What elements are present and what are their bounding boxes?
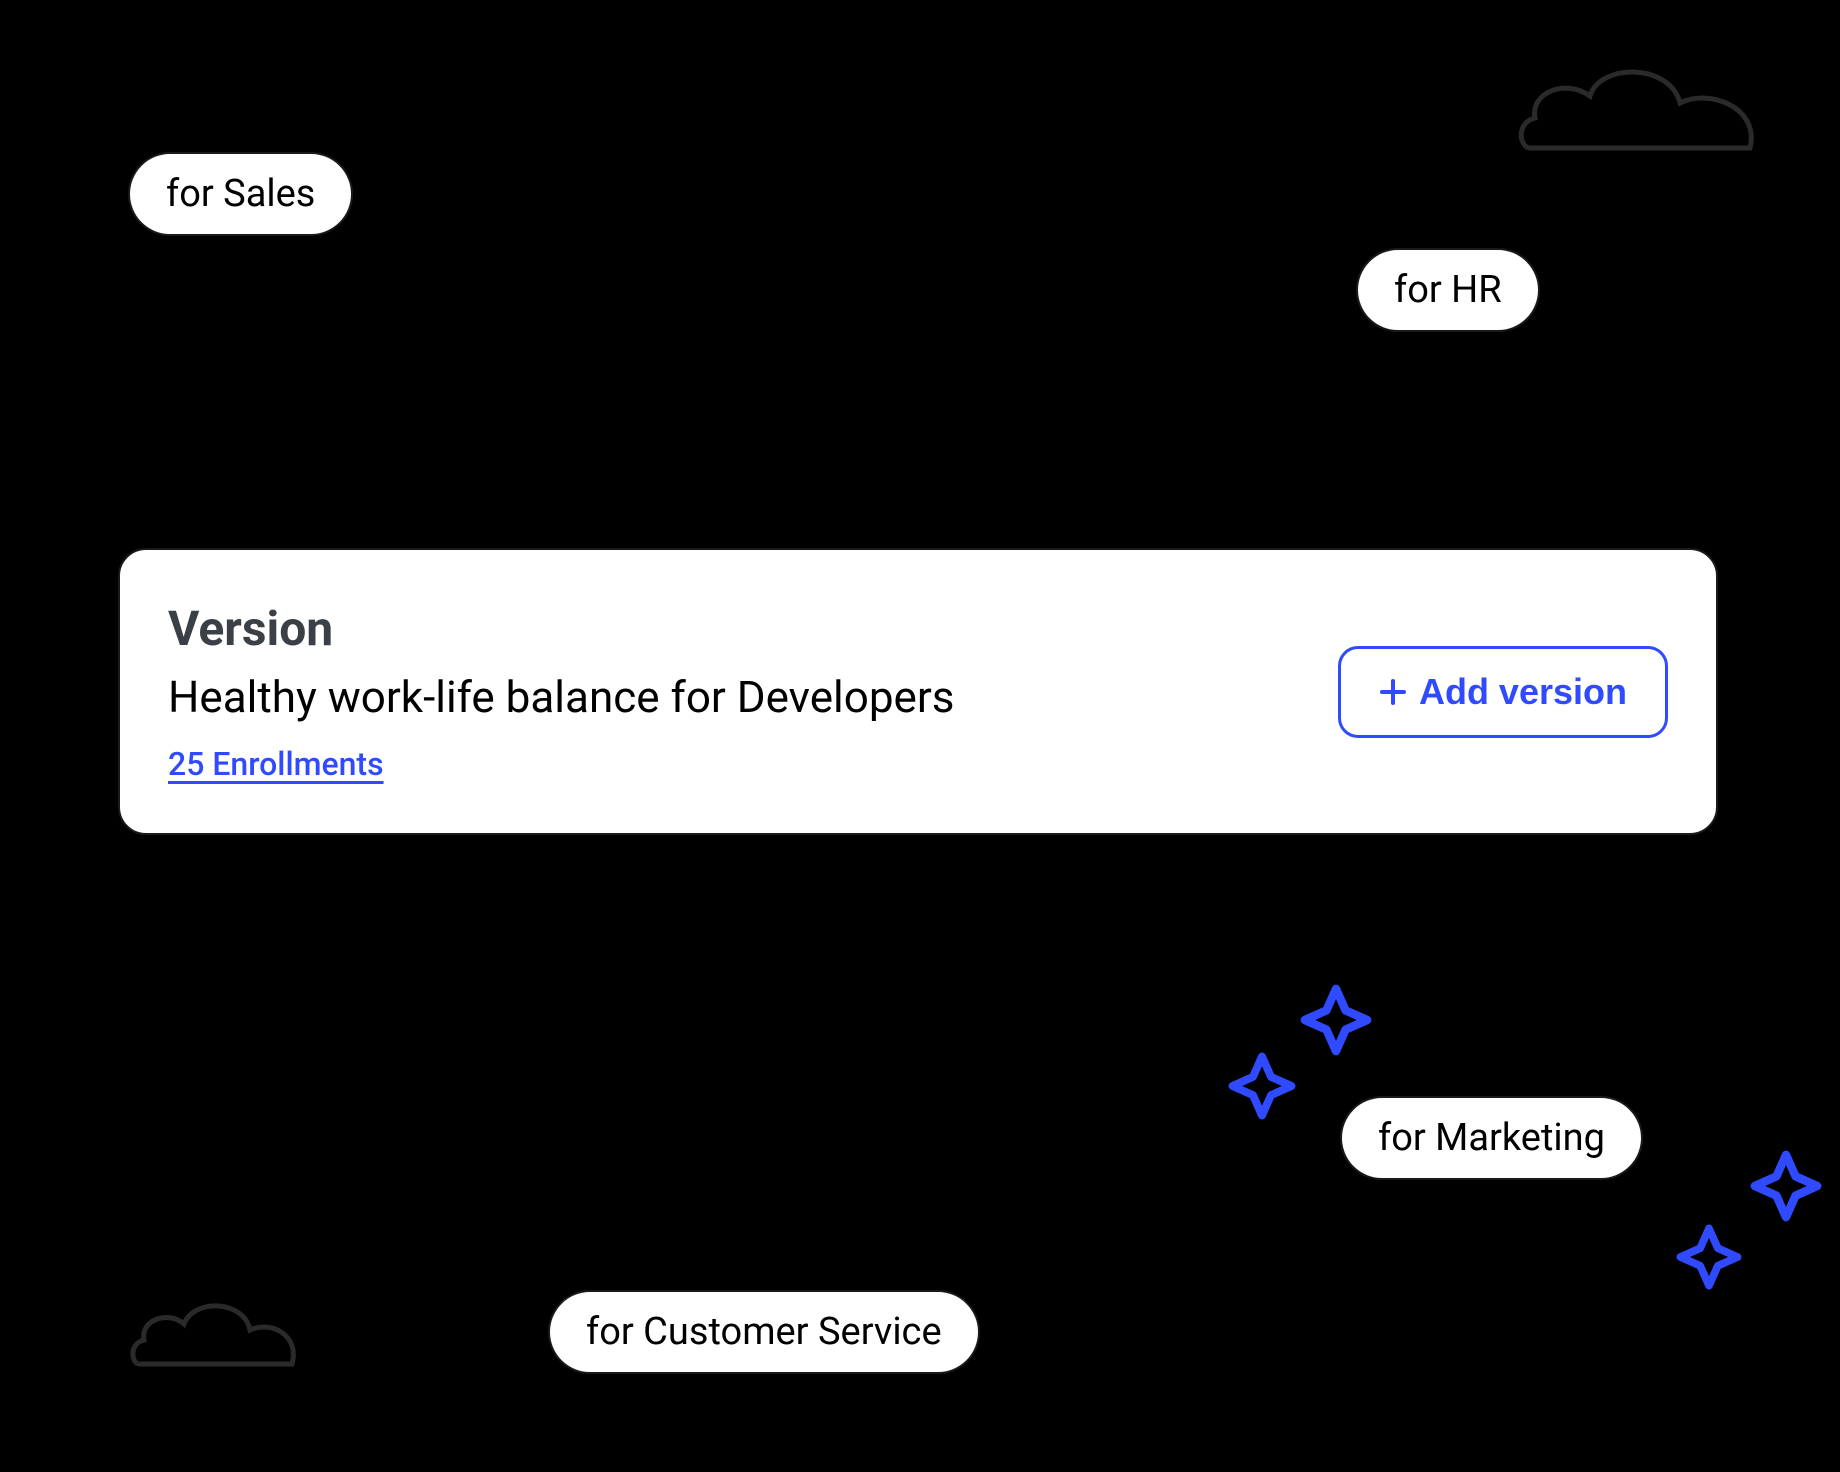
plus-icon bbox=[1379, 678, 1407, 706]
pill-for-customer-service[interactable]: for Customer Service bbox=[548, 1290, 980, 1374]
sparkle-icon bbox=[1750, 1150, 1822, 1222]
pill-label: for HR bbox=[1394, 268, 1502, 312]
add-version-label: Add version bbox=[1419, 671, 1627, 713]
sparkle-icon bbox=[1676, 1224, 1742, 1290]
pill-for-hr[interactable]: for HR bbox=[1356, 248, 1540, 332]
version-title: Healthy work-life balance for Developers bbox=[168, 671, 954, 723]
add-version-button[interactable]: Add version bbox=[1338, 646, 1668, 738]
enrollments-link[interactable]: 25 Enrollments bbox=[168, 745, 954, 783]
pill-label: for Customer Service bbox=[586, 1310, 942, 1354]
sparkle-icon bbox=[1300, 984, 1372, 1056]
pill-for-sales[interactable]: for Sales bbox=[128, 152, 353, 236]
pill-label: for Sales bbox=[166, 172, 315, 216]
pill-for-marketing[interactable]: for Marketing bbox=[1340, 1096, 1643, 1180]
version-card: Version Healthy work-life balance for De… bbox=[118, 548, 1718, 835]
version-heading: Version bbox=[168, 600, 954, 657]
sparkle-icon bbox=[1228, 1052, 1296, 1120]
cloud-icon-top-right bbox=[1510, 48, 1770, 168]
cloud-icon-bottom-left bbox=[124, 1286, 304, 1376]
pill-label: for Marketing bbox=[1378, 1116, 1605, 1160]
